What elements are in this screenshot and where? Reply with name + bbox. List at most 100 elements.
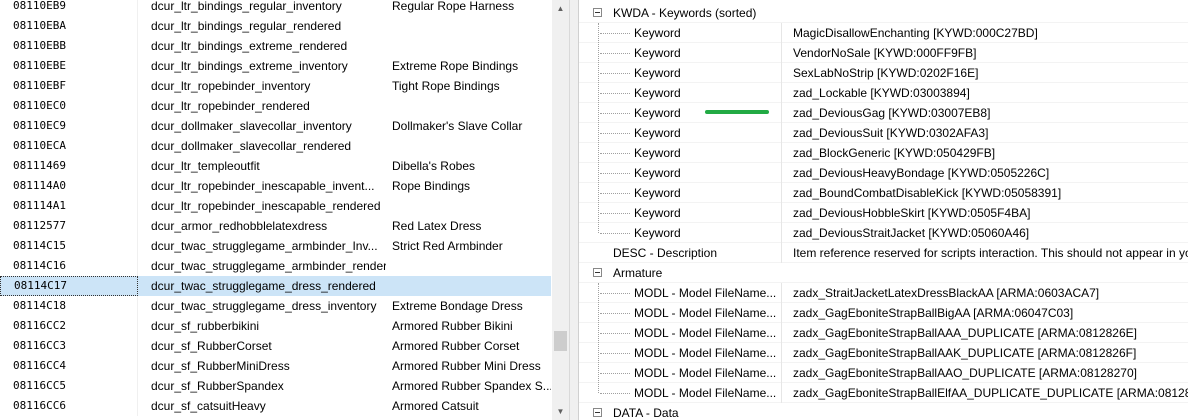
record-row[interactable]: 08114C18 dcur_twac_strugglegame_dress_inv…	[0, 296, 551, 316]
record-formid: 08110EB9	[0, 0, 138, 16]
keyword-row[interactable]: Keyword VendorNoSale [KYWD:000FF9FB]	[579, 43, 1188, 63]
record-row[interactable]: 08112577 dcur_armor_redhobblelatexdress Re…	[0, 216, 551, 236]
record-name: Extreme Rope Bindings	[392, 59, 519, 73]
record-list-scrollbar[interactable]: ▲ ▼	[552, 0, 569, 420]
keyword-row[interactable]: Keyword zad_DeviousGag [KYWD:03007EB8]	[579, 103, 1188, 123]
record-row[interactable]: 08116CC4 dcur_sf_RubberMiniDress Armored R…	[0, 356, 551, 376]
record-formid: 08116CC5	[0, 376, 138, 396]
section-kwda[interactable]: KWDA - Keywords (sorted)	[579, 3, 1188, 23]
field-label: DESC - Description	[613, 246, 718, 260]
keyword-row[interactable]: Keyword zad_Lockable [KYWD:03003894]	[579, 83, 1188, 103]
record-editorid: dcur_dollmaker_slavecollar_rendered	[151, 139, 352, 153]
tree-connector	[600, 173, 630, 175]
desc-row[interactable]: DESC - Description Item reference reserve…	[579, 243, 1188, 263]
record-row[interactable]: 08116CC2 dcur_sf_rubberbikini Armored Rubb…	[0, 316, 551, 336]
record-name: Armored Rubber Corset	[392, 339, 520, 353]
tree-connector	[600, 93, 630, 95]
field-label: Keyword	[634, 26, 681, 40]
model-row[interactable]: MODL - Model FileName... zadx_GagEboniteS…	[579, 303, 1188, 323]
field-value: zad_DeviousHeavyBondage [KYWD:0505226C]	[793, 166, 1050, 180]
field-label: Keyword	[634, 46, 681, 60]
field-value: zad_DeviousGag [KYWD:03007EB8]	[793, 106, 991, 120]
collapse-toggle-icon[interactable]	[593, 8, 602, 17]
field-label: Keyword	[634, 86, 681, 100]
keyword-row[interactable]: Keyword zad_DeviousSuit [KYWD:0302AFA3]	[579, 123, 1188, 143]
tree-connector	[600, 33, 630, 35]
field-label: MODL - Model FileName...	[634, 286, 777, 300]
record-row[interactable]: 08110EC9 dcur_dollmaker_slavecollar_inven…	[0, 116, 551, 136]
record-row[interactable]: 08114C15 dcur_twac_strugglegame_armbinder…	[0, 236, 551, 256]
tree-connector	[600, 113, 630, 115]
record-formid: 08110ECA	[0, 136, 138, 156]
scrollbar-thumb[interactable]	[554, 331, 567, 351]
record-formid: 08110EBE	[0, 56, 138, 76]
tree-line	[598, 23, 600, 233]
record-row[interactable]: 08110ECA dcur_dollmaker_slavecollar_rende…	[0, 136, 551, 156]
record-row[interactable]: 08114C17 dcur_twac_strugglegame_dress_ren…	[0, 276, 551, 296]
section-armature[interactable]: Armature	[579, 263, 1188, 283]
tree-connector	[600, 193, 630, 195]
record-formid: 08111469	[0, 156, 138, 176]
record-editorid: dcur_ltr_bindings_regular_inventory	[151, 0, 342, 13]
model-row[interactable]: MODL - Model FileName... zadx_GagEboniteS…	[579, 363, 1188, 383]
keyword-row[interactable]: Keyword SexLabNoStrip [KYWD:0202F16E]	[579, 63, 1188, 83]
column-divider	[781, 23, 782, 43]
record-row[interactable]: 08110EBB dcur_ltr_bindings_extreme_render…	[0, 36, 551, 56]
record-row[interactable]: 08111469 dcur_ltr_templeoutfit Dibella's R…	[0, 156, 551, 176]
keyword-row[interactable]: Keyword zad_BoundCombatDisableKick [KYWD:…	[579, 183, 1188, 203]
column-divider	[781, 183, 782, 203]
record-row[interactable]: 08116CC3 dcur_sf_RubberCorset Armored Rubb…	[0, 336, 551, 356]
field-label: Keyword	[634, 166, 681, 180]
model-row[interactable]: MODL - Model FileName... zadx_GagEboniteS…	[579, 383, 1188, 403]
record-editorid: dcur_ltr_ropebinder_rendered	[151, 99, 310, 113]
record-row[interactable]: 081114A0 dcur_ltr_ropebinder_inescapable_…	[0, 176, 551, 196]
tree-connector	[600, 213, 630, 215]
record-row[interactable]: 08110EC0 dcur_ltr_ropebinder_rendered	[0, 96, 551, 116]
keyword-row[interactable]: Keyword zad_DeviousStraitJacket [KYWD:050…	[579, 223, 1188, 243]
record-formid: 08110EBB	[0, 36, 138, 56]
keyword-row[interactable]: Keyword MagicDisallowEnchanting [KYWD:000…	[579, 23, 1188, 43]
column-divider	[781, 223, 782, 243]
record-row[interactable]: 08110EBF dcur_ltr_ropebinder_inventory Tig…	[0, 76, 551, 96]
scroll-down-arrow-icon[interactable]: ▼	[552, 403, 569, 420]
keyword-row[interactable]: Keyword zad_DeviousHobbleSkirt [KYWD:0505…	[579, 203, 1188, 223]
record-row[interactable]: 08110EB9 dcur_ltr_bindings_regular_invent…	[0, 0, 551, 16]
tree-line	[598, 283, 600, 393]
model-row[interactable]: MODL - Model FileName... zadx_StraitJacke…	[579, 283, 1188, 303]
pane-splitter[interactable]	[569, 0, 578, 420]
record-editorid: dcur_ltr_bindings_regular_rendered	[151, 19, 342, 33]
model-row[interactable]: MODL - Model FileName... zadx_GagEboniteS…	[579, 323, 1188, 343]
collapse-toggle-icon[interactable]	[593, 408, 602, 417]
record-editorid: dcur_twac_strugglegame_armbinder_rendere…	[151, 259, 386, 273]
record-row[interactable]: 08110EBE dcur_ltr_bindings_extreme_invent…	[0, 56, 551, 76]
column-divider	[781, 363, 782, 383]
record-formid: 08116CC2	[0, 316, 138, 336]
record-row[interactable]: 08116CC5 dcur_sf_RubberSpandex Armored Rub…	[0, 376, 551, 396]
record-formid: 08114C17	[0, 276, 138, 296]
scroll-up-arrow-icon[interactable]: ▲	[552, 0, 569, 17]
record-formid: 08114C15	[0, 236, 138, 256]
field-label: MODL - Model FileName...	[634, 386, 777, 400]
keyword-row[interactable]: Keyword zad_BlockGeneric [KYWD:050429FB]	[579, 143, 1188, 163]
record-row[interactable]: 08114C16 dcur_twac_strugglegame_armbinder…	[0, 256, 551, 276]
record-editorid: dcur_twac_strugglegame_dress_rendered	[151, 279, 376, 293]
record-row[interactable]: 081114A1 dcur_ltr_ropebinder_inescapable_…	[0, 196, 551, 216]
tree-connector	[600, 293, 630, 295]
record-editorid: dcur_ltr_bindings_extreme_rendered	[151, 39, 348, 53]
tree-connector	[600, 53, 630, 55]
record-editorid: dcur_twac_strugglegame_armbinder_Inv...	[151, 239, 378, 253]
record-name: Armored Rubber Spandex S...	[392, 379, 551, 393]
record-formid: 08114C16	[0, 256, 138, 276]
column-divider	[781, 383, 782, 403]
field-label: MODL - Model FileName...	[634, 346, 777, 360]
record-row[interactable]: 08110EBA dcur_ltr_bindings_regular_render…	[0, 16, 551, 36]
model-row[interactable]: MODL - Model FileName... zadx_GagEboniteS…	[579, 343, 1188, 363]
section-data[interactable]: DATA - Data	[579, 403, 1188, 420]
record-row[interactable]: 08116CC6 dcur_sf_catsuitHeavy Armored Cats…	[0, 396, 551, 416]
field-label: Keyword	[634, 186, 681, 200]
record-name: Dollmaker's Slave Collar	[392, 119, 523, 133]
collapse-toggle-icon[interactable]	[593, 268, 602, 277]
column-divider	[781, 283, 782, 303]
record-editorid: dcur_ltr_ropebinder_inescapable_rendered	[151, 199, 381, 213]
keyword-row[interactable]: Keyword zad_DeviousHeavyBondage [KYWD:050…	[579, 163, 1188, 183]
